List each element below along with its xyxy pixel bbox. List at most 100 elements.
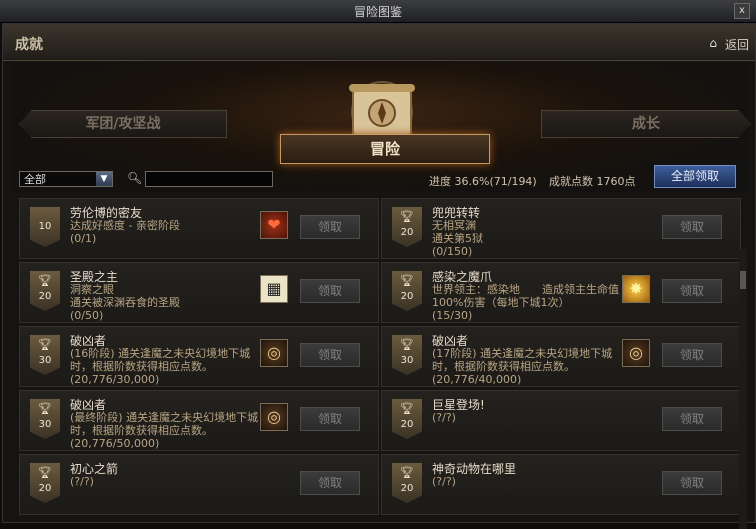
- reward-badge: 🏆︎ 30: [30, 335, 60, 375]
- claim-button[interactable]: 领取: [300, 343, 360, 367]
- desc-line: (15/30): [432, 309, 473, 322]
- main-frame: 成就 ⌂ 返回 ↺返回 军团/攻坚战 成长 冒险 全部 ▼ 🔍︎ 进度 36.6…: [2, 23, 756, 529]
- reward-badge: 10: [30, 207, 60, 247]
- desc-line: (20,776/40,000): [432, 373, 522, 386]
- achievement-desc: 达成好感度 - 亲密阶段 (0/1): [70, 219, 260, 245]
- desc-line: (17阶段) 通关逢魔之未央幻境地下城时，根据阶数获得相应点数。: [432, 347, 613, 373]
- badge-points: 20: [400, 291, 414, 302]
- home-icon[interactable]: ⌂: [709, 36, 717, 50]
- achievement-desc: (?/?): [432, 411, 622, 424]
- badge-points: 30: [38, 419, 52, 430]
- tab-legion[interactable]: 军团/攻坚战: [19, 110, 227, 138]
- tab-adventure[interactable]: 冒险: [280, 134, 490, 164]
- achievement-desc: 世界领主：感染地 造成领主生命值100%伤害（每地下城1次） (15/30): [432, 283, 622, 322]
- desc-line: (16阶段) 通关逢魔之未央幻境地下城时，根据阶数获得相应点数。: [70, 347, 251, 373]
- emblem-icon: ◎: [260, 339, 288, 367]
- desc-line: (?/?): [432, 411, 456, 424]
- map-icon: ▦: [260, 275, 288, 303]
- achievement-desc: (最终阶段) 通关逢魔之未央幻境地下城时，根据阶数获得相应点数。 (20,776/…: [70, 411, 260, 450]
- badge-points: 20: [38, 483, 52, 494]
- search-input[interactable]: [145, 171, 273, 187]
- scrollbar-thumb[interactable]: [740, 271, 746, 289]
- achievement-card: 🏆︎ 20 神奇动物在哪里 (?/?) 领取: [381, 454, 741, 515]
- badge-points: 20: [400, 419, 414, 430]
- desc-line: (0/150): [432, 245, 473, 258]
- reward-badge: 🏆︎ 20: [30, 271, 60, 311]
- claim-button[interactable]: 领取: [662, 215, 722, 239]
- trophy-icon: 🏆︎: [400, 210, 414, 223]
- claim-button[interactable]: 领取: [300, 215, 360, 239]
- achievement-desc: (16阶段) 通关逢魔之未央幻境地下城时，根据阶数获得相应点数。 (20,776/…: [70, 347, 260, 386]
- claim-button[interactable]: 领取: [300, 407, 360, 431]
- desc-line: 通关第5狱: [432, 232, 483, 245]
- achievement-card: 🏆︎ 20 巨星登场! (?/?) 领取: [381, 390, 741, 451]
- trophy-icon: 🏆︎: [400, 338, 414, 351]
- reward-badge: 🏆︎ 20: [392, 207, 422, 247]
- claim-all-button[interactable]: 全部领取: [654, 165, 736, 188]
- tab-growth[interactable]: 成长: [541, 110, 751, 138]
- achievement-desc: 洞察之眼 通关被深渊吞食的圣殿 (0/50): [70, 283, 260, 322]
- badge-points: 30: [38, 355, 52, 366]
- back-button[interactable]: 返回: [725, 36, 749, 53]
- filter-bar: 全部 ▼ 🔍︎ 进度 36.6%(71/194) 成就点数 1760点 全部领取: [3, 165, 755, 195]
- category-select-value: 全部: [24, 173, 46, 186]
- scrollbar[interactable]: [739, 249, 747, 529]
- close-button[interactable]: x: [734, 3, 750, 19]
- claim-button[interactable]: 领取: [300, 471, 360, 495]
- trophy-icon: 🏆︎: [400, 466, 414, 479]
- trophy-icon: 🏆︎: [38, 338, 52, 351]
- badge-points: 20: [400, 483, 414, 494]
- achievement-desc: (17阶段) 通关逢魔之未央幻境地下城时，根据阶数获得相应点数。 (20,776/…: [432, 347, 622, 386]
- section-title: 成就: [15, 37, 43, 53]
- emblem-icon: ◎: [622, 339, 650, 367]
- points-text: 成就点数 1760点: [549, 175, 636, 188]
- reward-badge: 🏆︎ 20: [392, 399, 422, 439]
- desc-line: (?/?): [70, 475, 94, 488]
- achievement-card: 10 劳伦博的密友 达成好感度 - 亲密阶段 (0/1) ❤ 领取: [19, 198, 379, 259]
- reward-badge: 🏆︎ 20: [392, 463, 422, 503]
- achievement-card: 🏆︎ 30 破凶者 (16阶段) 通关逢魔之未央幻境地下城时，根据阶数获得相应点数。(…: [19, 326, 379, 387]
- search-icon: 🔍︎: [127, 171, 143, 185]
- chevron-down-icon[interactable]: ▼: [96, 172, 112, 186]
- desc-line: (20,776/50,000): [70, 437, 160, 450]
- desc-line: (0/50): [70, 309, 104, 322]
- achievement-desc: (?/?): [432, 475, 622, 488]
- achievement-card: 🏆︎ 30 破凶者 (最终阶段) 通关逢魔之未央幻境地下城时，根据阶数获得相应点数。(…: [19, 390, 379, 451]
- reward-badge: 🏆︎ 30: [30, 399, 60, 439]
- desc-line: 洞察之眼: [70, 283, 114, 296]
- claim-button[interactable]: 领取: [662, 279, 722, 303]
- reward-badge: 🏆︎ 20: [30, 463, 60, 503]
- achievement-card: 🏆︎ 20 感染之魔爪 世界领主：感染地 造成领主生命值100%伤害（每地下城1次）(…: [381, 262, 741, 323]
- sun-icon: ✸: [622, 275, 650, 303]
- window-title: 冒险图鉴: [353, 5, 402, 19]
- achievement-card: 🏆︎ 20 圣殿之主 洞察之眼 通关被深渊吞食的圣殿 (0/50) ▦ 领取: [19, 262, 379, 323]
- achievement-card: 🏆︎ 20 兜兜转转 无相冥渊 通关第5狱 (0/150) 领取: [381, 198, 741, 259]
- desc-line: 世界领主：感染地 造成领主生命值100%伤害（每地下城1次）: [432, 283, 619, 309]
- section-header: 成就 ⌂ 返回: [3, 24, 755, 61]
- trophy-icon: 🏆︎: [400, 402, 414, 415]
- category-select[interactable]: 全部 ▼: [19, 171, 113, 187]
- desc-line: (?/?): [432, 475, 456, 488]
- claim-button[interactable]: 领取: [662, 471, 722, 495]
- badge-points: 20: [400, 227, 414, 238]
- trophy-icon: 🏆︎: [38, 402, 52, 415]
- badge-points: 30: [400, 355, 414, 366]
- heart-icon: ❤: [260, 211, 288, 239]
- desc-line: 达成好感度 - 亲密阶段: [70, 219, 180, 232]
- reward-badge: 🏆︎ 20: [392, 271, 422, 311]
- trophy-icon: 🏆︎: [400, 274, 414, 287]
- badge-points: 20: [38, 291, 52, 302]
- trophy-icon: 🏆︎: [38, 466, 52, 479]
- claim-button[interactable]: 领取: [662, 343, 722, 367]
- desc-line: 通关被深渊吞食的圣殿: [70, 296, 180, 309]
- claim-button[interactable]: 领取: [662, 407, 722, 431]
- achievement-desc: (?/?): [70, 475, 260, 488]
- achievement-card: 🏆︎ 30 破凶者 (17阶段) 通关逢魔之未央幻境地下城时，根据阶数获得相应点数。(…: [381, 326, 741, 387]
- desc-line: (最终阶段) 通关逢魔之未央幻境地下城时，根据阶数获得相应点数。: [70, 411, 259, 437]
- desc-line: (0/1): [70, 232, 97, 245]
- emblem-icon: ◎: [260, 403, 288, 431]
- trophy-icon: 🏆︎: [38, 274, 52, 287]
- claim-button[interactable]: 领取: [300, 279, 360, 303]
- achievement-card: 🏆︎ 20 初心之箭 (?/?) 领取: [19, 454, 379, 515]
- desc-line: (20,776/30,000): [70, 373, 160, 386]
